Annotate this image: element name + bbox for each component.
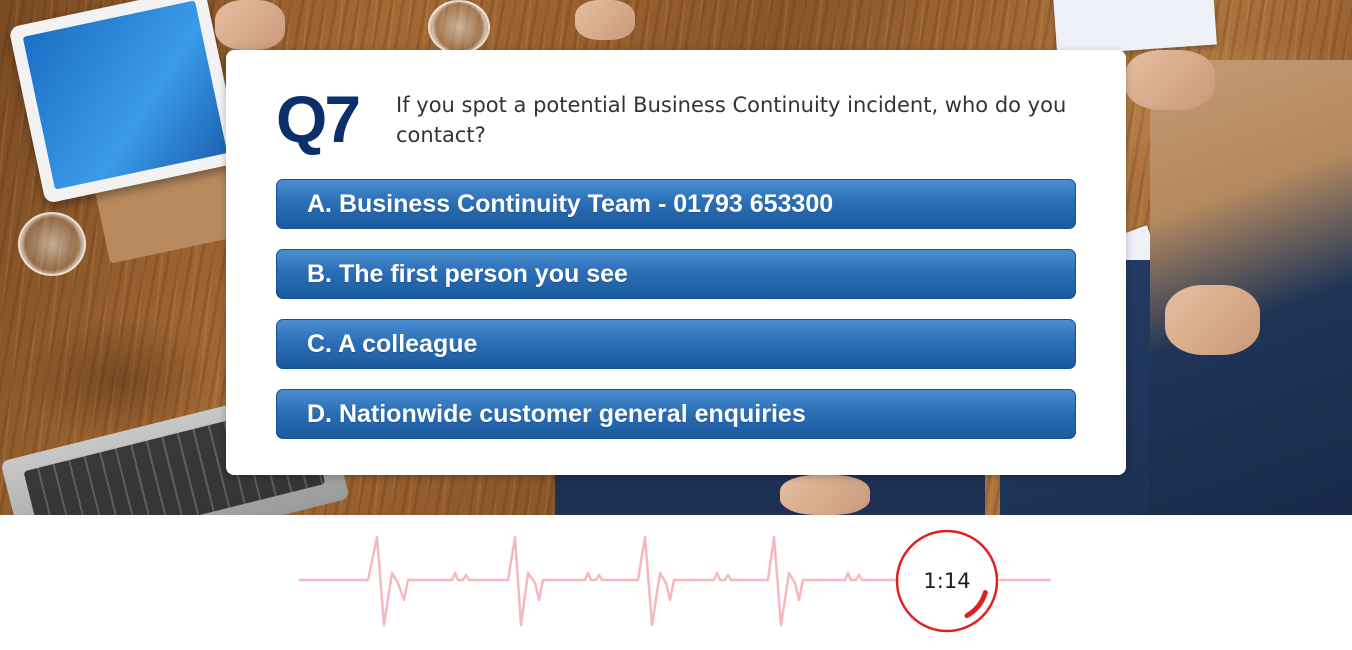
answer-option-a[interactable]: A. Business Continuity Team - 01793 6533… bbox=[276, 179, 1076, 229]
background-hand bbox=[575, 0, 635, 40]
answer-option-d[interactable]: D. Nationwide customer general enquiries bbox=[276, 389, 1076, 439]
background-hand bbox=[215, 0, 285, 50]
background-person bbox=[1150, 60, 1352, 515]
heartbeat-line bbox=[298, 535, 899, 627]
background-hand bbox=[1125, 50, 1215, 110]
heartbeat-timer bbox=[298, 529, 1052, 633]
tablet-screen bbox=[22, 0, 228, 190]
question-number: Q7 bbox=[276, 82, 361, 156]
background-paper bbox=[1053, 0, 1217, 56]
question-card: Q7 If you spot a potential Business Cont… bbox=[226, 50, 1126, 475]
background-glass bbox=[18, 212, 86, 276]
timer-display: 1:14 bbox=[923, 569, 971, 593]
background-person bbox=[555, 470, 985, 515]
answer-option-b[interactable]: B. The first person you see bbox=[276, 249, 1076, 299]
answer-option-c[interactable]: C. A colleague bbox=[276, 319, 1076, 369]
background-glass bbox=[428, 0, 490, 54]
background-hand bbox=[1165, 285, 1260, 355]
question-text: If you spot a potential Business Continu… bbox=[396, 93, 1067, 147]
background-hand bbox=[780, 475, 870, 515]
